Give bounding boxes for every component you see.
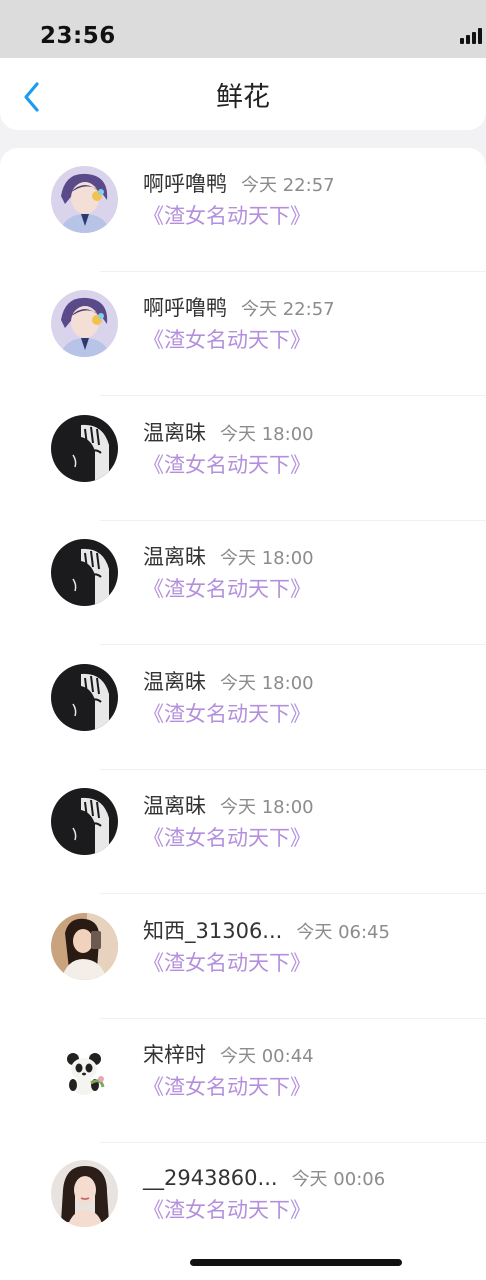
avatar-anime-boy-icon[interactable] — [51, 166, 118, 233]
avatar-anime-girl-dark-icon[interactable] — [51, 788, 118, 855]
page-title: 鲜花 — [216, 82, 270, 113]
divider — [100, 395, 486, 396]
home-indicator[interactable] — [190, 1259, 402, 1266]
sender-name[interactable]: 温离昧 今天 18:00 — [143, 419, 314, 449]
book-title-link[interactable]: 《渣女名动天下》 — [143, 1196, 311, 1224]
status-bar: 23:56 — [0, 0, 486, 58]
send-time: 今天 18:00 — [220, 797, 314, 818]
book-title-link[interactable]: 《渣女名动天下》 — [143, 202, 311, 230]
avatar-anime-boy-icon[interactable] — [51, 290, 118, 357]
send-time: 今天 22:57 — [241, 175, 335, 196]
avatar-anime-girl-dark-icon[interactable] — [51, 664, 118, 731]
send-time: 今天 18:00 — [220, 673, 314, 694]
avatar-photo-girl-icon[interactable] — [51, 913, 118, 980]
book-title-link[interactable]: 《渣女名动天下》 — [143, 451, 311, 479]
book-title-link[interactable]: 《渣女名动天下》 — [143, 575, 311, 603]
divider — [100, 644, 486, 645]
send-time: 今天 18:00 — [220, 424, 314, 445]
list-item[interactable]: 温离昧 今天 18:00 《渣女名动天下》 — [0, 770, 486, 894]
list-item[interactable]: 温离昧 今天 18:00 《渣女名动天下》 — [0, 521, 486, 645]
flower-record-list: 啊呼噜鸭 今天 22:57 《渣女名动天下》 啊呼噜鸭 今天 22:57 《渣女名动… — [0, 148, 486, 1280]
sender-name[interactable]: __2943860... 今天 00:06 — [143, 1164, 385, 1194]
nav-bar: 鲜花 — [0, 58, 486, 130]
book-title-link[interactable]: 《渣女名动天下》 — [143, 700, 311, 728]
list-item[interactable]: 啊呼噜鸭 今天 22:57 《渣女名动天下》 — [0, 272, 486, 396]
send-time: 今天 00:44 — [220, 1046, 314, 1067]
sender-name[interactable]: 温离昧 今天 18:00 — [143, 668, 314, 698]
list-item[interactable]: 宋梓时 今天 00:44 《渣女名动天下》 — [0, 1019, 486, 1143]
sender-name[interactable]: 温离昧 今天 18:00 — [143, 543, 314, 573]
send-time: 今天 18:00 — [220, 548, 314, 569]
avatar-anime-girl-dark-icon[interactable] — [51, 415, 118, 482]
book-title-link[interactable]: 《渣女名动天下》 — [143, 326, 311, 354]
sender-name[interactable]: 知西_31306... 今天 06:45 — [143, 917, 390, 947]
sender-name[interactable]: 啊呼噜鸭 今天 22:57 — [143, 170, 335, 200]
book-title-link[interactable]: 《渣女名动天下》 — [143, 1073, 311, 1101]
book-title-link[interactable]: 《渣女名动天下》 — [143, 949, 311, 977]
status-time: 23:56 — [40, 23, 116, 49]
sender-name[interactable]: 啊呼噜鸭 今天 22:57 — [143, 294, 335, 324]
list-item[interactable]: 温离昧 今天 18:00 《渣女名动天下》 — [0, 646, 486, 770]
list-item[interactable]: __2943860... 今天 00:06 《渣女名动天下》 — [0, 1142, 486, 1266]
book-title-link[interactable]: 《渣女名动天下》 — [143, 824, 311, 852]
avatar-photo-woman-icon[interactable] — [51, 1160, 118, 1227]
avatar-anime-girl-dark-icon[interactable] — [51, 539, 118, 606]
send-time: 今天 22:57 — [241, 299, 335, 320]
avatar-panda-icon[interactable] — [51, 1037, 118, 1104]
list-item[interactable]: 温离昧 今天 18:00 《渣女名动天下》 — [0, 397, 486, 521]
send-time: 今天 00:06 — [291, 1169, 386, 1190]
sender-name[interactable]: 宋梓时 今天 00:44 — [143, 1041, 314, 1071]
divider — [100, 893, 486, 894]
signal-icon — [460, 28, 486, 44]
send-time: 今天 06:45 — [296, 922, 390, 943]
sender-name[interactable]: 温离昧 今天 18:00 — [143, 792, 314, 822]
list-item[interactable]: 知西_31306... 今天 06:45 《渣女名动天下》 — [0, 895, 486, 1019]
list-item[interactable]: 啊呼噜鸭 今天 22:57 《渣女名动天下》 — [0, 148, 486, 272]
